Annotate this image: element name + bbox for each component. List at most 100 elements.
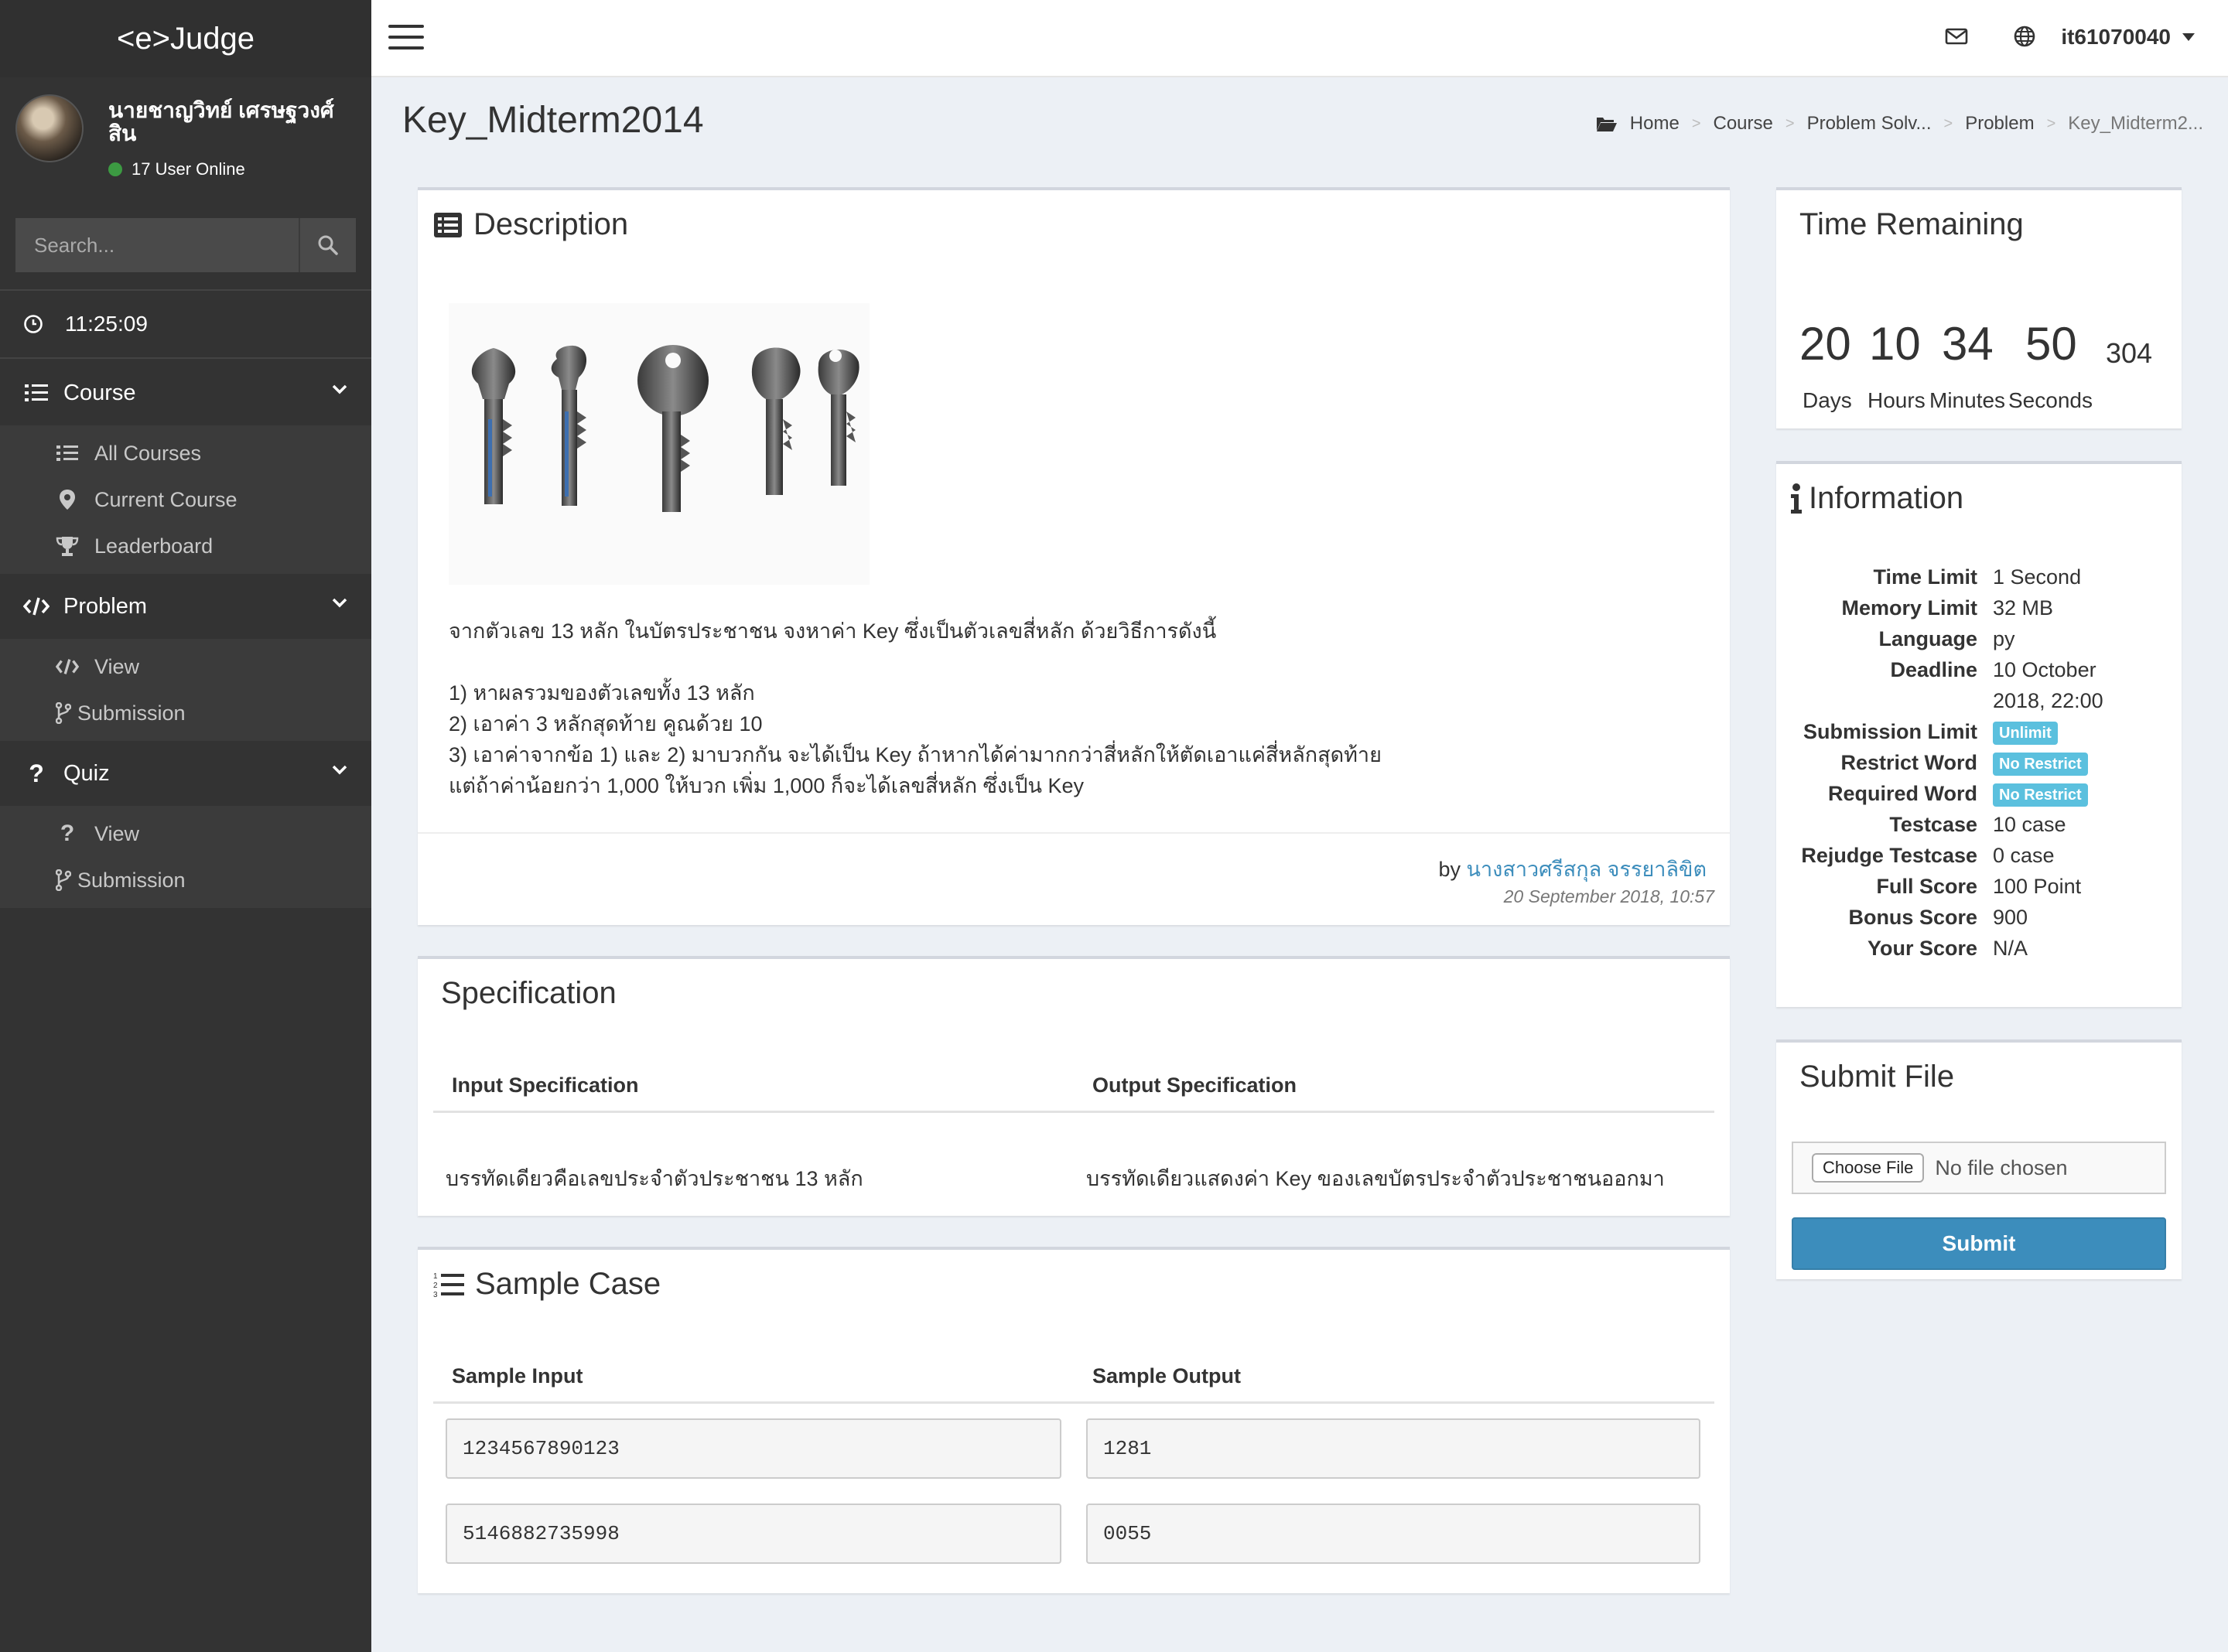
countdown-seconds-label: Seconds [2008, 388, 2093, 412]
info-key: Required Word [1827, 782, 1977, 805]
sidebar-item-label: Submission [77, 701, 186, 725]
app-logo[interactable]: <e>Judge [0, 0, 371, 77]
output-spec-text: บรรทัดเดียวแสดงค่า Key ของเลขบัตรประจำตั… [1086, 1167, 1665, 1190]
sidebar-item-leaderboard[interactable]: Leaderboard [2, 523, 371, 569]
username: it61070040 [2061, 25, 2171, 49]
breadcrumb-separator: > [2046, 114, 2056, 132]
author-by: by [1438, 858, 1461, 881]
folder-open-icon [1596, 118, 1617, 131]
info-key: Memory Limit [1841, 596, 1977, 620]
globe-icon[interactable] [2013, 25, 2036, 48]
input-spec-header: Input Specification [452, 1073, 639, 1097]
info-value: N/A [1993, 937, 2028, 960]
info-value: 100 Point [1993, 875, 2082, 898]
info-value: py [1993, 627, 2015, 650]
user-name: นายชาญวิทย์ เศรษฐวงศ์สิน [108, 98, 334, 145]
breadcrumb-separator: > [1691, 114, 1701, 132]
info-row-required-word: Required Word No Restrict [1776, 778, 2182, 809]
sidebar-item-problem-submission[interactable]: Submission [2, 690, 371, 736]
avatar[interactable] [15, 94, 84, 162]
time-remaining-title: Time Remaining [1799, 207, 2024, 241]
description-text: จากตัวเลข 13 หลัก ในบัตรประชาชน จงหาค่า … [449, 616, 1382, 801]
menu-course[interactable]: Course [0, 360, 371, 425]
author-line: by นางสาวศรีสกุล จรรยาลิขิต [1438, 852, 1707, 886]
breadcrumb-separator: > [1943, 114, 1953, 132]
info-value: No Restrict [1993, 747, 2163, 778]
breadcrumb-course[interactable]: Course [1714, 113, 1773, 135]
search-input[interactable] [15, 218, 299, 272]
online-status: 17 User Online [108, 159, 245, 179]
breadcrumb-separator: > [1785, 114, 1795, 132]
question-icon: ? [29, 759, 44, 787]
info-value: No Restrict [1993, 778, 2163, 809]
breadcrumb-problem[interactable]: Problem [1965, 113, 2034, 135]
file-input[interactable]: Choose File No file chosen [1792, 1142, 2166, 1194]
description-divider [418, 832, 1730, 834]
sample-input-header: Sample Input [452, 1364, 583, 1387]
clock-icon [24, 315, 43, 333]
information-box: Information Time Limit 1 Second Memory Li… [1776, 461, 2182, 1007]
keys-image [449, 303, 870, 585]
sample-input-field[interactable]: 5146882735998 [446, 1504, 1061, 1564]
description-line: 1) หาผลรวมของตัวเลขทั้ง 13 หลัก [449, 681, 755, 705]
sidebar-item-label: All Courses [94, 441, 202, 465]
key-5-shape [818, 349, 859, 486]
menu-course-label: Course [63, 380, 136, 405]
info-row-deadline: Deadline 10 October 2018, 22:00 [1776, 654, 2182, 716]
key-4-shape [751, 347, 801, 495]
info-row-full-score: Full Score 100 Point [1776, 871, 2182, 902]
sidebar-toggle-hamburger-icon[interactable] [388, 25, 424, 51]
search-button[interactable] [299, 218, 356, 272]
info-key: Deadline [1890, 658, 1977, 681]
sidebar-item-problem-view[interactable]: View [2, 643, 371, 690]
choose-file-button[interactable]: Choose File [1812, 1153, 1925, 1183]
info-row-restrict-word: Restrict Word No Restrict [1776, 747, 2182, 778]
info-value: 0 case [1993, 844, 2055, 867]
svg-text:3: 3 [433, 1291, 438, 1299]
key-3-shape [637, 345, 709, 512]
info-value: 900 [1993, 906, 2028, 929]
info-row-language: Language py [1776, 623, 2182, 654]
breadcrumb: Home > Course > Problem Solv... > Proble… [1596, 113, 2203, 135]
author-link[interactable]: นางสาวศรีสกุล จรรยาลิขิต [1467, 858, 1707, 881]
info-row-testcase: Testcase 10 case [1776, 809, 2182, 840]
specification-box: Specification Input Specification Output… [418, 956, 1730, 1216]
info-value: 32 MB [1993, 596, 2054, 620]
envelope-icon[interactable] [1945, 25, 1968, 48]
breadcrumb-home[interactable]: Home [1630, 113, 1680, 135]
key-1-shape [471, 348, 516, 504]
question-icon: ? [60, 821, 75, 846]
sidebar-item-quiz-submission[interactable]: Submission [2, 857, 371, 903]
sample-case-header: 123 Sample Case [433, 1267, 661, 1302]
sample-output-field[interactable]: 1281 [1086, 1418, 1700, 1479]
map-marker-icon [56, 489, 79, 510]
submenu-problem: View Submission [0, 639, 371, 741]
submit-button[interactable]: Submit [1792, 1217, 2166, 1270]
sidebar-item-current-course[interactable]: Current Course [2, 476, 371, 523]
online-dot-icon [108, 162, 122, 176]
submit-file-box: Submit File Choose File No file chosen S… [1776, 1039, 2182, 1279]
submit-file-title: Submit File [1799, 1060, 1955, 1094]
sidebar-item-label: View [94, 654, 140, 678]
user-menu[interactable]: it61070040 [2061, 25, 2196, 49]
sample-output-field[interactable]: 0055 [1086, 1504, 1700, 1564]
info-key: Submission Limit [1803, 720, 1977, 743]
sidebar-item-label: Submission [77, 868, 186, 892]
time-remaining-box: Time Remaining 20 10 34 50 304 Days Hour… [1776, 187, 2182, 428]
svg-text:1: 1 [433, 1272, 438, 1281]
menu-quiz[interactable]: ? Quiz [0, 741, 371, 806]
required-word-badge: No Restrict [1993, 783, 2088, 807]
info-value: 10 October 2018, 22:00 [1993, 658, 2103, 712]
menu-problem[interactable]: Problem [0, 574, 371, 639]
breadcrumb-problem-solving[interactable]: Problem Solv... [1807, 113, 1932, 135]
countdown-days: 20 [1799, 318, 1851, 370]
menu-quiz-label: Quiz [63, 760, 110, 786]
description-line: แต่ถ้าค่าน้อยกว่า 1,000 ให้บวก เพิ่ม 1,0… [449, 774, 1084, 797]
page-title: Key_Midterm2014 [402, 100, 704, 141]
sidebar-item-quiz-view[interactable]: ? View [2, 811, 371, 857]
sidebar-item-all-courses[interactable]: All Courses [2, 430, 371, 476]
clock-time: 11:25:09 [65, 312, 148, 336]
countdown-seconds: 50 [2025, 318, 2077, 370]
info-key: Restrict Word [1840, 751, 1977, 774]
sample-input-field[interactable]: 1234567890123 [446, 1418, 1061, 1479]
